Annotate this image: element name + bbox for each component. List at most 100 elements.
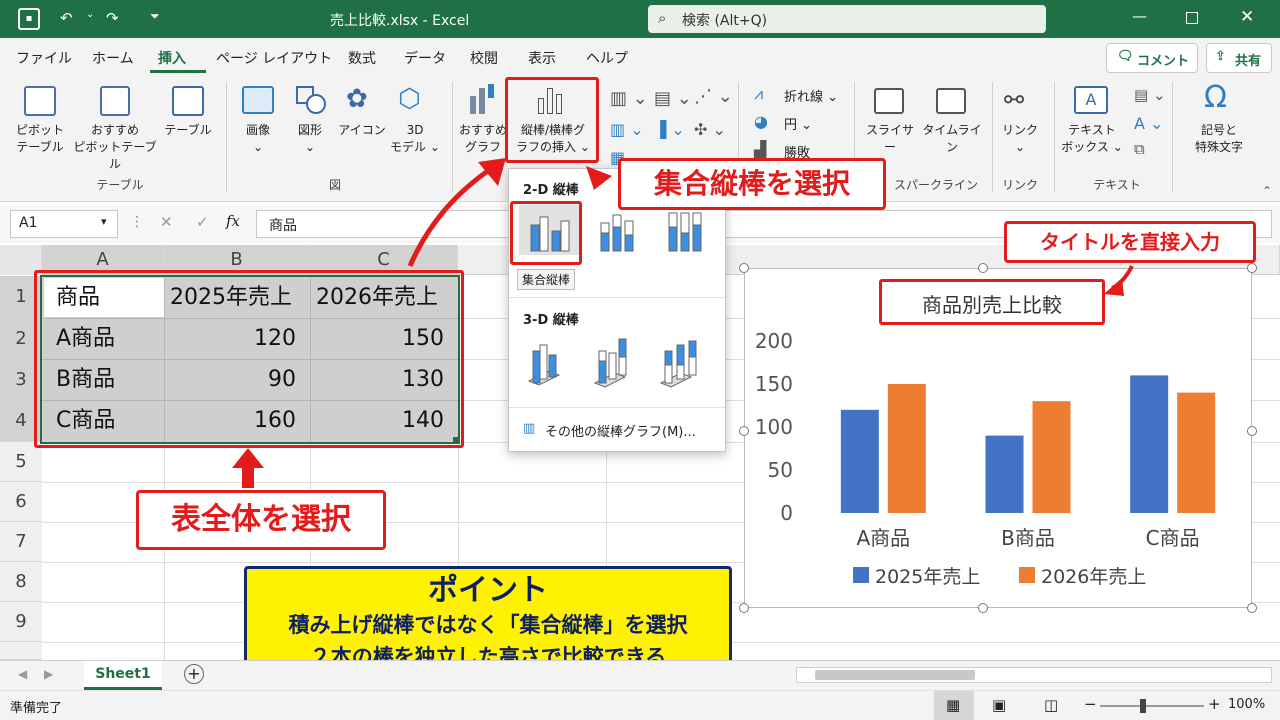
symbols-button[interactable]: 記号と 特殊文字 [1184, 122, 1254, 156]
image-button[interactable]: 画像 ⌄ [236, 122, 280, 156]
save-icon[interactable]: ▪ [18, 8, 40, 30]
recommended-charts-button[interactable]: おすすめ グラフ [456, 122, 510, 156]
add-sheet-icon[interactable]: + [184, 664, 204, 684]
sparkline-line-button[interactable]: 折れ線 ⌄ [784, 86, 838, 105]
row-header-5[interactable]: 5 [0, 442, 42, 482]
tab-help[interactable]: ヘルプ [586, 48, 628, 68]
maximize-icon[interactable] [1186, 12, 1198, 24]
zoom-out-icon[interactable]: − [1084, 695, 1097, 713]
chart-area[interactable]: 商品別売上比較 0 50 100 150 200 A商品 B商品 C商品 2025年売上 2026… [744, 268, 1252, 608]
more-column-charts-link[interactable]: その他の縦棒グラフ(M)... [545, 421, 696, 440]
tab-file[interactable]: ファイル [16, 48, 72, 68]
minimize-icon[interactable]: — [1132, 7, 1147, 25]
slicer-label: スライサー [865, 123, 914, 154]
redo-icon[interactable]: ↷ [106, 9, 119, 27]
resize-handle[interactable] [1247, 263, 1257, 273]
cancel-icon[interactable]: ✕ [160, 213, 173, 231]
close-icon[interactable]: ✕ [1240, 7, 1254, 27]
callout-edit-title: タイトルを直接入力 [1004, 221, 1256, 263]
tab-insert[interactable]: 挿入 [158, 48, 186, 68]
resize-handle[interactable] [1247, 426, 1257, 436]
shapes-button[interactable]: 図形 ⌄ [290, 122, 330, 156]
timeline-button[interactable]: タイムライン [920, 122, 984, 156]
more-icon: ⋮ [130, 214, 144, 230]
search-box[interactable]: ⌕ 検索 (Alt+Q) [648, 5, 1046, 33]
object-icon[interactable]: ⧉ [1134, 140, 1145, 158]
horizontal-scrollbar-thumb[interactable] [815, 670, 975, 680]
fx-button[interactable]: fx [226, 212, 240, 230]
3d-model-button[interactable]: 3D モデル ⌄ [388, 122, 442, 156]
slicer-button[interactable]: スライサー [862, 122, 918, 156]
y-tick-label: 50 [768, 458, 793, 482]
chart-3d-icons [527, 338, 697, 388]
horizontal-scrollbar[interactable] [796, 667, 1272, 683]
menu-bar: ファイル ホーム 挿入 ページ レイアウト 数式 データ 校閲 表示 ヘルプ [0, 38, 1280, 74]
pie-chart-icon[interactable]: ▥ ⌄ [610, 120, 644, 139]
prev-sheet-icon[interactable]: ◀ [18, 667, 27, 681]
icons-button[interactable]: アイコン [336, 122, 388, 139]
combo-chart-icon[interactable]: ✣ ⌄ [694, 120, 726, 139]
point-heading: ポイント [428, 573, 548, 608]
tab-home[interactable]: ホーム [92, 48, 134, 68]
zoom-level[interactable]: 100% [1228, 697, 1265, 712]
next-sheet-icon[interactable]: ▶ [44, 667, 53, 681]
symbols-label-1: 記号と [1200, 123, 1237, 137]
clustered-column-tooltip: 集合縦棒 [517, 269, 576, 290]
normal-view-button[interactable]: ▦ [934, 691, 974, 720]
pivot-table-icon [24, 86, 56, 116]
resize-handle[interactable] [739, 603, 749, 613]
window-title: 売上比較.xlsx - Excel [330, 13, 470, 29]
header-footer-icon[interactable]: ▤ ⌄ [1134, 86, 1166, 104]
legend-label-2: 2026年売上 [1041, 566, 1146, 588]
y-tick-label: 150 [755, 372, 793, 396]
resize-handle[interactable] [739, 263, 749, 273]
wordart-icon[interactable]: A ⌄ [1134, 114, 1163, 133]
bar-2-1 [887, 384, 926, 513]
resize-handle[interactable] [978, 603, 988, 613]
stacked-column-icon [600, 214, 634, 252]
sparkline-pie-button[interactable]: 円 ⌄ [784, 114, 812, 133]
zoom-in-icon[interactable]: + [1208, 695, 1221, 713]
ribbon-separator [1054, 82, 1055, 192]
tab-view[interactable]: 表示 [528, 48, 556, 68]
bar-2-3 [1177, 392, 1216, 513]
row-header-7[interactable]: 7 [0, 522, 42, 562]
scatter-chart-icon[interactable]: ⋰ ⌄ [694, 86, 733, 107]
page-layout-view-icon[interactable]: ▣ [992, 696, 1006, 714]
waterfall-chart-icon[interactable]: ▐ ⌄ [654, 120, 685, 139]
hierarchy-chart-icon[interactable]: ▥ ⌄ [610, 88, 648, 109]
enter-icon[interactable]: ✓ [196, 213, 209, 231]
tab-formulas[interactable]: 数式 [348, 48, 376, 68]
comment-button[interactable]: 🗨 コメント [1106, 43, 1198, 73]
share-button[interactable]: ⇪ 共有 [1206, 43, 1272, 73]
table-button[interactable]: テーブル [160, 122, 216, 139]
pivot-table-button[interactable]: ピボット テーブル [4, 122, 76, 156]
link-button[interactable]: リンク ⌄ [996, 122, 1044, 156]
zoom-slider[interactable] [1100, 705, 1204, 707]
collapse-ribbon-icon[interactable]: ⌃ [1262, 184, 1272, 198]
sheet-tab-sheet1[interactable]: Sheet1 [84, 661, 162, 690]
tab-data[interactable]: データ [404, 48, 446, 68]
row-header-8[interactable]: 8 [0, 562, 42, 602]
link-group-label: リンク [1001, 178, 1038, 192]
row-header-9[interactable]: 9 [0, 602, 42, 642]
undo-dropdown-icon[interactable]: ⌄ [86, 9, 94, 20]
name-box-dropdown-icon[interactable]: ▾ [101, 215, 107, 228]
ribbon-separator [226, 82, 227, 192]
tab-page-layout[interactable]: ページ レイアウト [216, 48, 332, 68]
resize-handle[interactable] [978, 263, 988, 273]
tab-review[interactable]: 校閲 [470, 48, 498, 68]
row-header-6[interactable]: 6 [0, 482, 42, 522]
statistic-chart-icon[interactable]: ▤ ⌄ [654, 88, 692, 109]
name-box[interactable]: A1 ▾ [10, 210, 118, 238]
textbox-button[interactable]: テキスト ボックス ⌄ [1060, 122, 1124, 156]
recommended-pivot-button[interactable]: おすすめ ピボットテーブル [70, 122, 160, 173]
comment-label: コメント [1137, 54, 1190, 69]
undo-icon[interactable]: ↶ [60, 9, 73, 27]
zoom-slider-thumb[interactable] [1140, 699, 1146, 713]
resize-handle[interactable] [1247, 603, 1257, 613]
customize-toolbar-icon[interactable]: ⏷ [150, 9, 160, 24]
resize-handle[interactable] [739, 426, 749, 436]
search-icon: ⌕ [658, 9, 667, 27]
page-break-view-icon[interactable]: ◫ [1044, 696, 1058, 714]
